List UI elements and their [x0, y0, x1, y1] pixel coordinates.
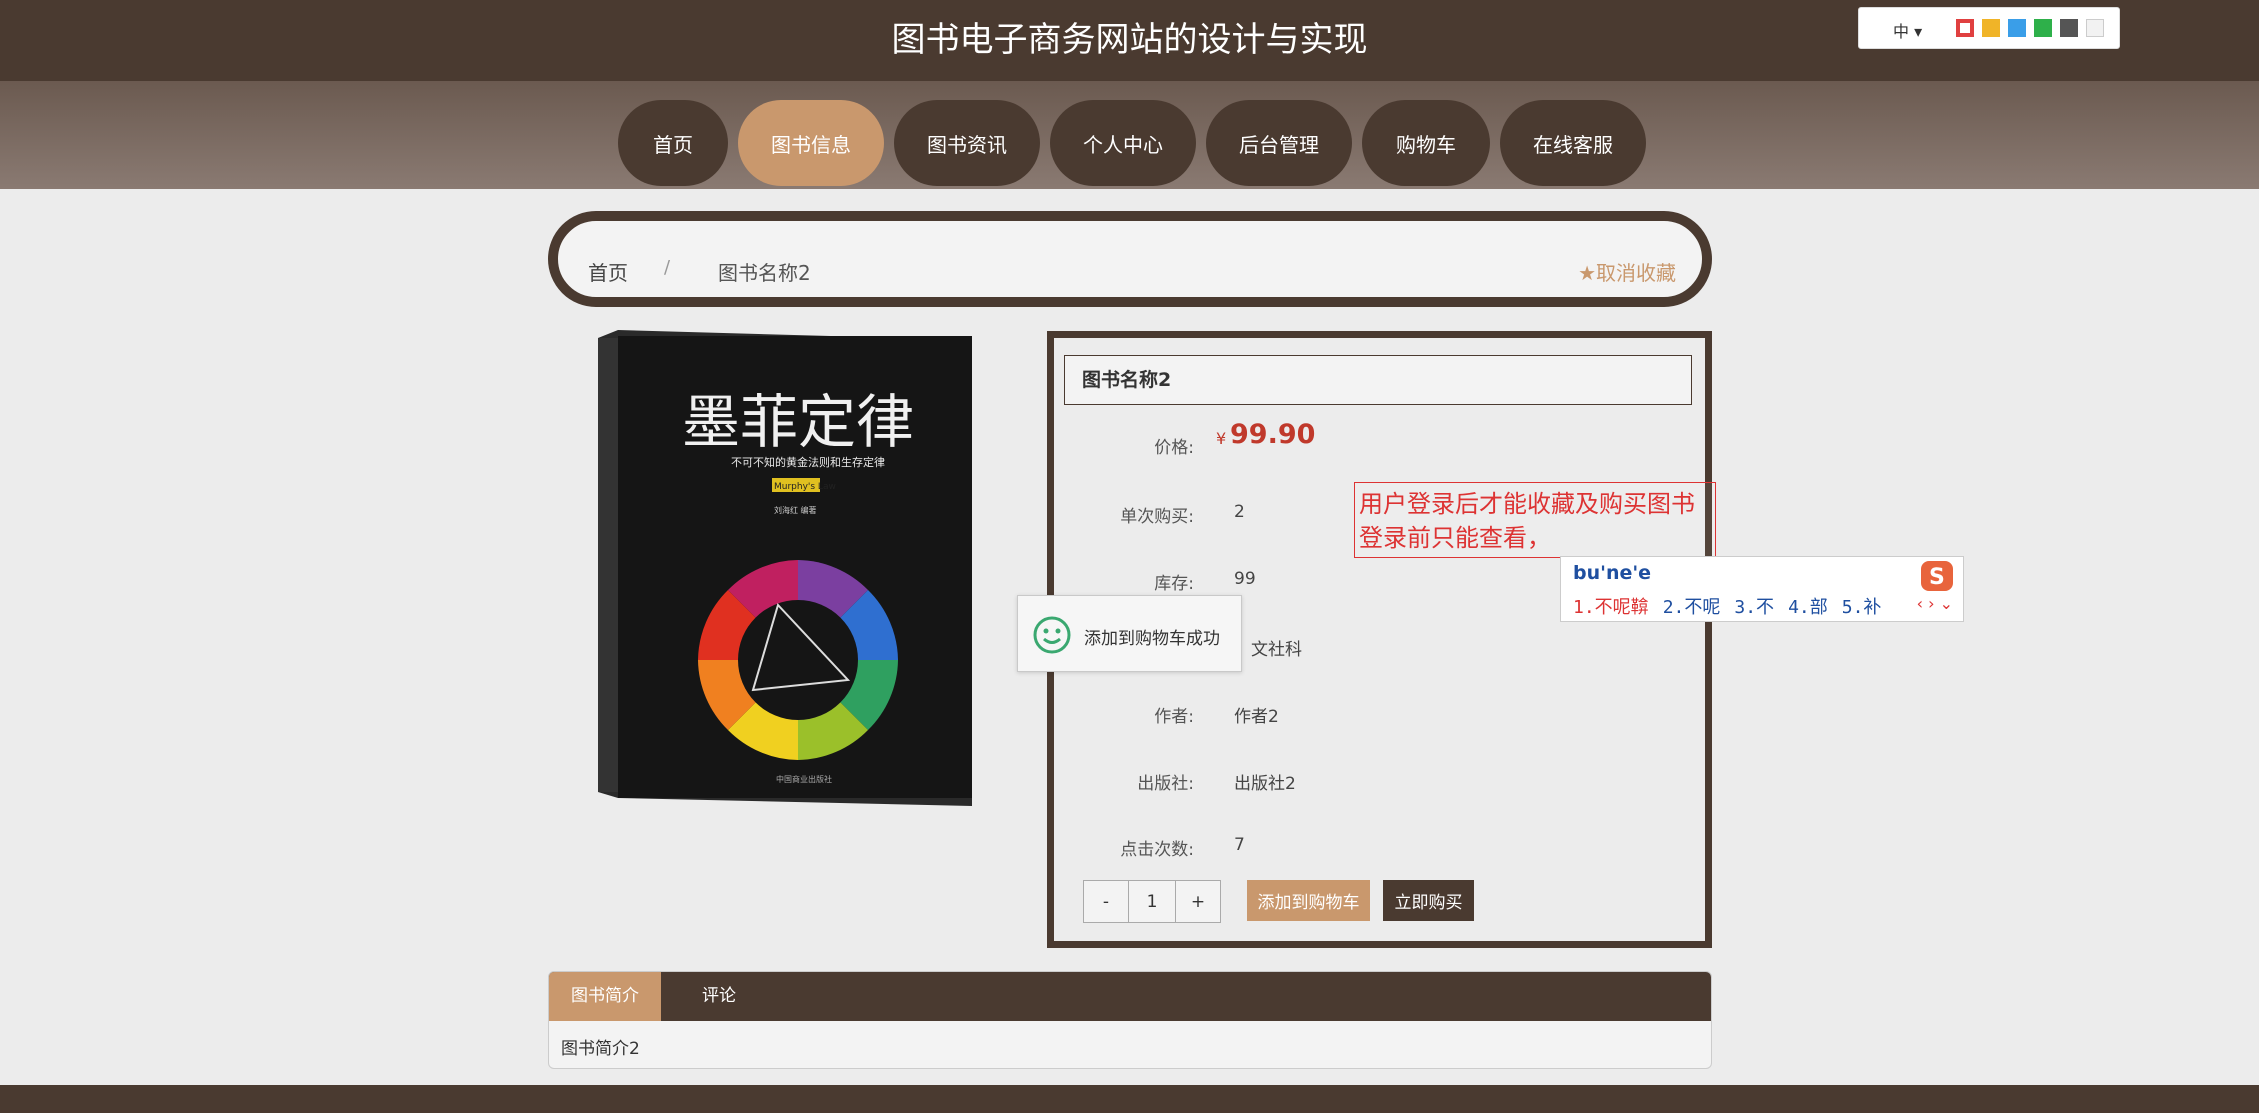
nav-item-book-info[interactable]: 图书信息: [738, 100, 884, 186]
purchase-limit-label: 单次购买:: [1120, 507, 1194, 527]
author-value: 作者2: [1234, 707, 1279, 727]
breadcrumb: 首页 / 图书名称2 ★取消收藏: [548, 211, 1712, 307]
ime-candidate[interactable]: 5.补: [1842, 593, 1882, 619]
tab-comments[interactable]: 评论: [661, 972, 777, 1021]
svg-text:Murphy's Law: Murphy's Law: [774, 482, 836, 492]
smile-icon: [1033, 616, 1071, 654]
category-value: 文社科: [1251, 640, 1302, 660]
quantity-increase-button[interactable]: +: [1175, 880, 1221, 923]
ime-candidate[interactable]: 3.不: [1734, 593, 1774, 619]
author-label: 作者:: [1154, 707, 1194, 727]
theme-swatch-blue[interactable]: [2008, 19, 2026, 37]
book-title: 图书名称2: [1064, 355, 1692, 405]
nav-item-support[interactable]: 在线客服: [1500, 100, 1646, 186]
breadcrumb-home-link[interactable]: 首页: [588, 257, 628, 286]
ime-candidate-window: bu'ne'e S 1.不呢鞥 2.不呢 3.不 4.部 5.补 ‹ › ⌄: [1560, 556, 1964, 622]
click-count-value: 7: [1234, 835, 1245, 855]
breadcrumb-separator: /: [664, 257, 671, 278]
ime-composition-text: bu'ne'e: [1573, 562, 1652, 584]
sogou-logo-icon: S: [1921, 561, 1953, 591]
buy-now-button[interactable]: 立即购买: [1383, 880, 1474, 921]
add-to-cart-button[interactable]: 添加到购物车: [1247, 880, 1370, 921]
star-icon: ★: [1578, 261, 1596, 285]
quantity-decrease-button[interactable]: -: [1083, 880, 1129, 923]
breadcrumb-current: 图书名称2: [718, 261, 811, 285]
ime-page-arrows-icon[interactable]: ‹ › ⌄: [1917, 594, 1953, 613]
stock-value: 99: [1234, 569, 1256, 589]
purchase-limit-value: 2: [1234, 502, 1245, 522]
notice-line-1: 用户登录后才能收藏及购买图书: [1359, 490, 1695, 518]
site-footer: [0, 1085, 2259, 1113]
price-currency: ¥: [1216, 429, 1227, 448]
login-notice-annotation: 用户登录后才能收藏及购买图书 登录前只能查看，: [1354, 482, 1716, 558]
theme-toolbar: 中 ▾: [1858, 7, 2120, 49]
success-toast: 添加到购物车成功: [1017, 595, 1242, 672]
toast-message: 添加到购物车成功: [1084, 629, 1220, 649]
nav-item-admin[interactable]: 后台管理: [1206, 100, 1352, 186]
tab-content: 图书简介2: [561, 1039, 640, 1059]
svg-text:中国商业出版社: 中国商业出版社: [776, 774, 832, 784]
click-count-label: 点击次数:: [1120, 840, 1194, 860]
theme-swatch-dark[interactable]: [2060, 19, 2078, 37]
language-selector[interactable]: 中 ▾: [1893, 18, 1922, 42]
notice-line-2: 登录前只能查看，: [1359, 524, 1551, 552]
theme-swatch-green[interactable]: [2034, 19, 2052, 37]
theme-swatch-light[interactable]: [2086, 19, 2104, 37]
book-tabs: 图书简介 评论 图书简介2: [548, 971, 1712, 1069]
svg-text:S: S: [1929, 565, 1945, 590]
theme-swatch-red[interactable]: [1956, 19, 1974, 37]
publisher-label: 出版社:: [1137, 774, 1194, 794]
nav-item-book-news[interactable]: 图书资讯: [894, 100, 1040, 186]
svg-text:刘海红 编著: 刘海红 编著: [774, 505, 817, 515]
price-label: 价格:: [1154, 438, 1194, 458]
svg-text:墨菲定律: 墨菲定律: [682, 388, 914, 456]
price-value: 99.90: [1230, 419, 1316, 450]
nav-item-home[interactable]: 首页: [618, 100, 728, 186]
quantity-stepper: - 1 +: [1083, 880, 1221, 923]
unfavorite-button[interactable]: ★取消收藏: [1578, 257, 1676, 286]
tab-introduction[interactable]: 图书简介: [549, 972, 661, 1021]
ime-candidate-list: 1.不呢鞥 2.不呢 3.不 4.部 5.补: [1573, 593, 1881, 619]
stock-label: 库存:: [1154, 574, 1194, 594]
nav-item-user-center[interactable]: 个人中心: [1050, 100, 1196, 186]
tabs-header: 图书简介 评论: [549, 972, 1711, 1021]
ime-candidate[interactable]: 2.不呢: [1663, 593, 1721, 619]
ime-candidate[interactable]: 1.不呢鞥: [1573, 593, 1649, 619]
book-cover-image: 墨菲定律 不可不知的黄金法则和生存定律 Murphy's Law 刘海红 编著 …: [598, 330, 972, 806]
main-nav: 首页 图书信息 图书资讯 个人中心 后台管理 购物车 在线客服: [618, 100, 1646, 186]
ime-candidate[interactable]: 4.部: [1788, 593, 1828, 619]
publisher-value: 出版社2: [1234, 774, 1296, 794]
svg-text:不可不知的黄金法则和生存定律: 不可不知的黄金法则和生存定律: [731, 455, 885, 469]
nav-item-cart[interactable]: 购物车: [1362, 100, 1490, 186]
quantity-input[interactable]: 1: [1129, 880, 1175, 923]
theme-swatch-yellow[interactable]: [1982, 19, 2000, 37]
